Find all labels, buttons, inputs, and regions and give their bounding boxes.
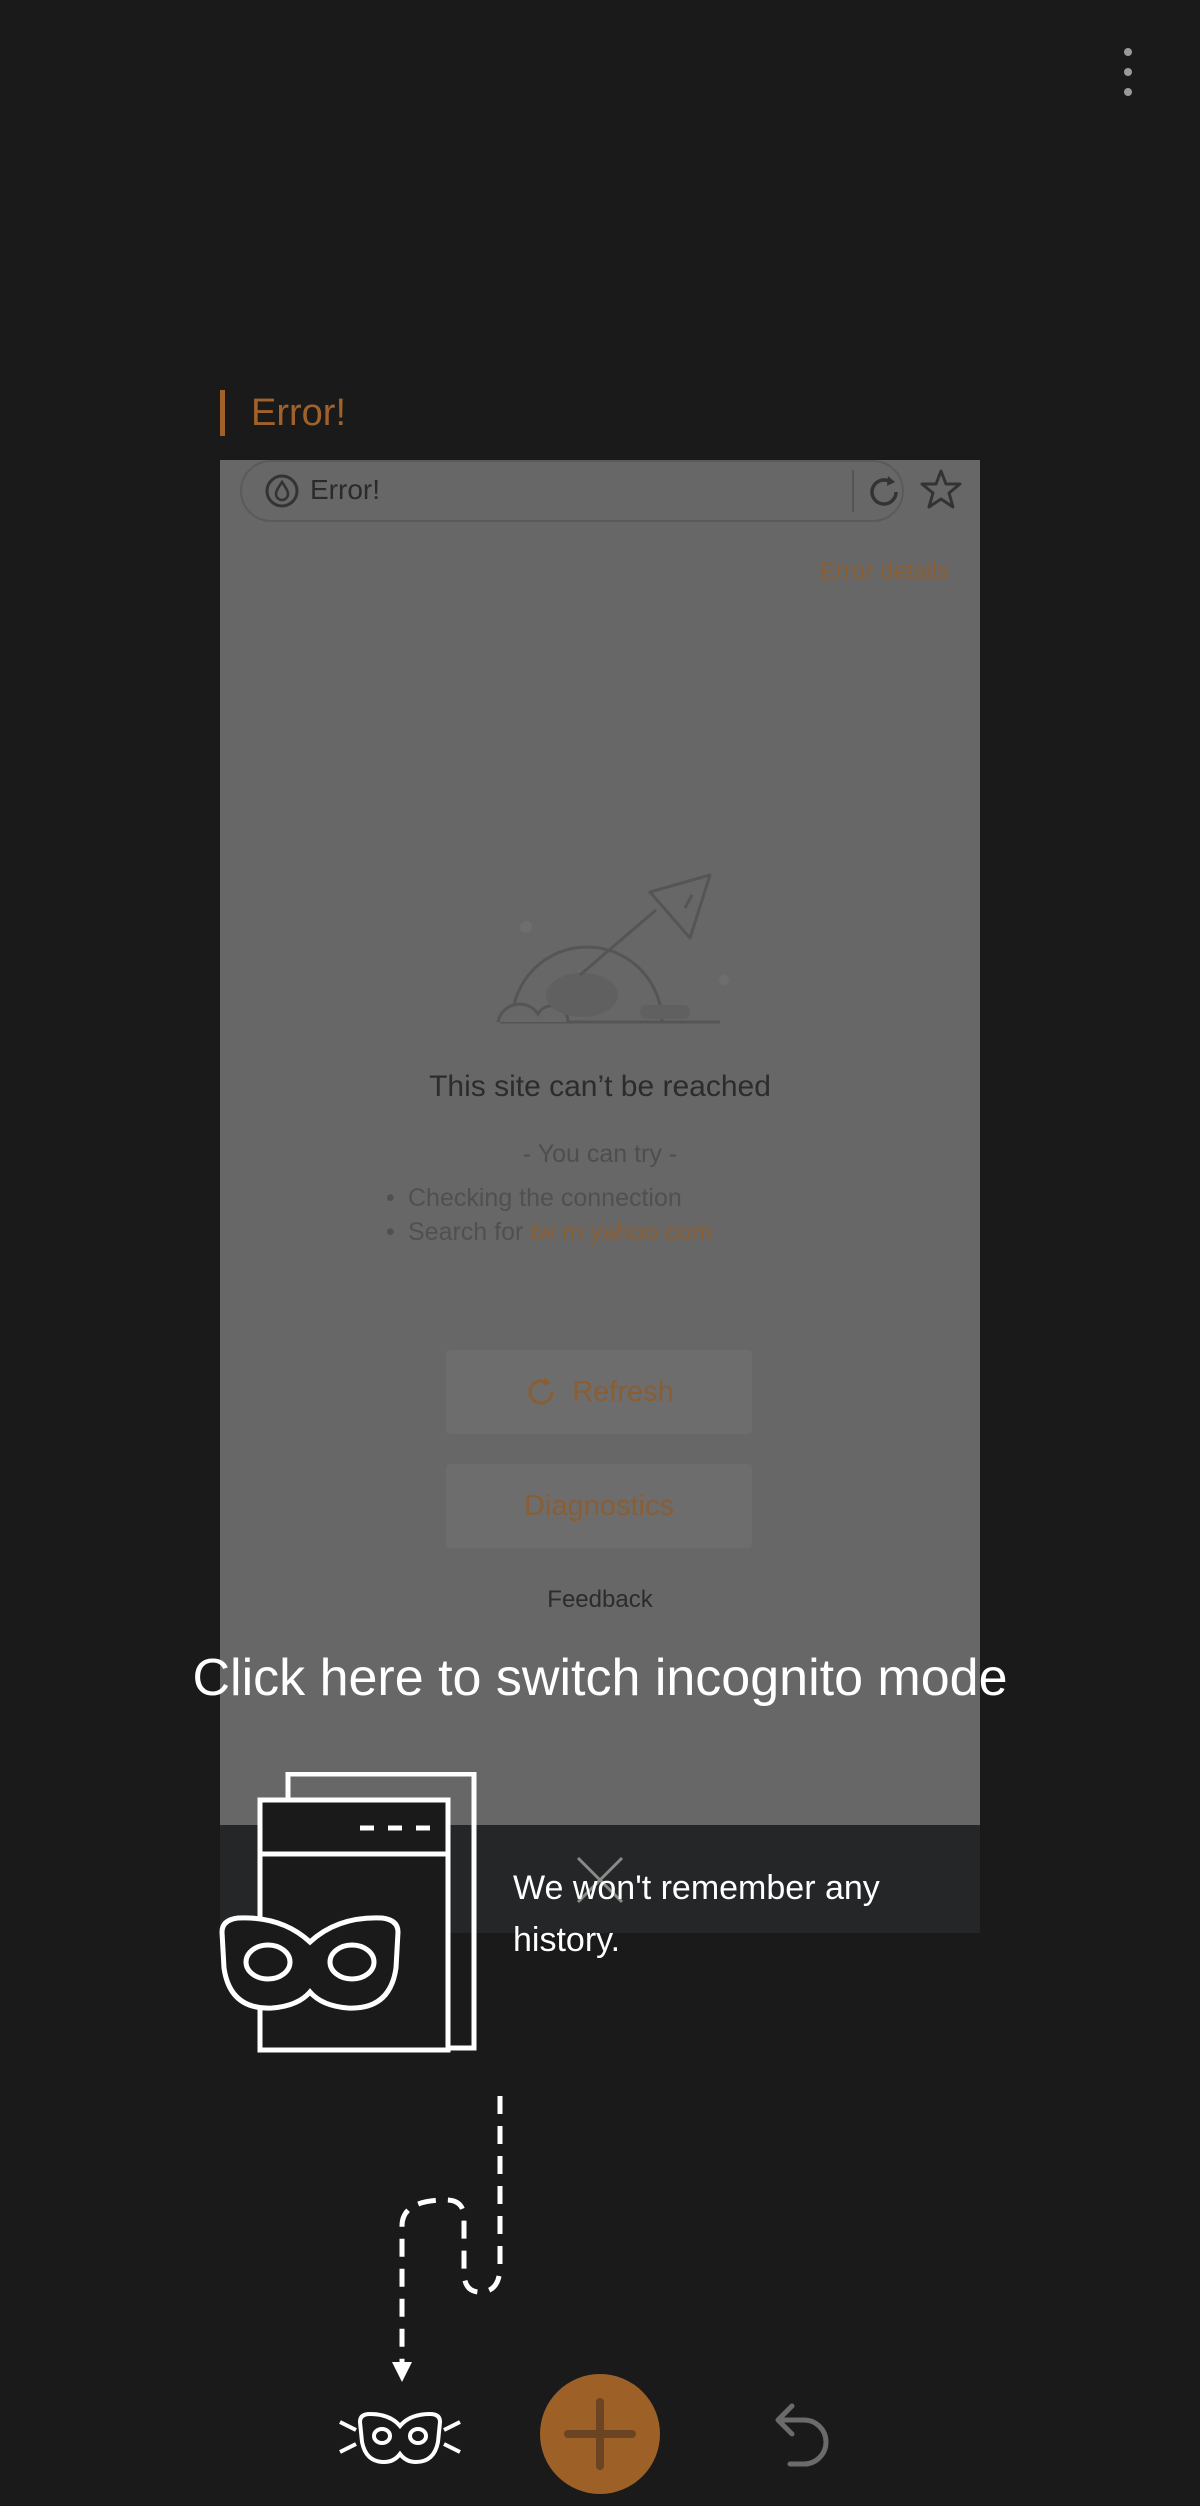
incognito-illustration (219, 1772, 477, 2053)
url-text: Error! (310, 474, 380, 505)
feedback-link: Feedback (547, 1586, 653, 1613)
error-heading: This site can’t be reached (429, 1070, 771, 1103)
plus-icon (564, 2398, 636, 2470)
error-illustration (496, 873, 729, 1024)
refresh-icon (870, 476, 898, 506)
suggestion-prefix: Search for (408, 1218, 531, 1246)
info-icon (265, 474, 299, 508)
refresh-label: Refresh (572, 1375, 674, 1408)
refresh-icon (528, 1377, 554, 1405)
search-link: tw m yahoo com (530, 1218, 713, 1246)
suggestion-item: Search for tw m yahoo com (386, 1218, 713, 1247)
coach-title: Click here to switch incognito mode (192, 1649, 1008, 1707)
undo-icon[interactable] (768, 2396, 834, 2470)
diagnostics-button: Diagnostics (446, 1464, 752, 1548)
url-bar: Error! (240, 460, 904, 522)
new-tab-button[interactable] (540, 2374, 660, 2494)
incognito-mask-icon[interactable] (338, 2400, 462, 2470)
tab-title: Error! (220, 390, 346, 436)
dashed-arrow (392, 2096, 503, 2382)
suggestion-item: Checking the connection (386, 1184, 682, 1213)
tab-preview-card[interactable]: Error! Error details This site can’t be … (220, 460, 980, 1933)
star-icon (920, 469, 962, 509)
error-details-link: Error details (820, 558, 950, 585)
url-divider (852, 470, 854, 512)
you-can-try-label: - You can try - (522, 1140, 678, 1168)
more-options-icon[interactable] (1110, 40, 1146, 104)
coach-description: We won't remember any history. (513, 1869, 880, 1959)
refresh-button: Refresh (446, 1350, 752, 1434)
